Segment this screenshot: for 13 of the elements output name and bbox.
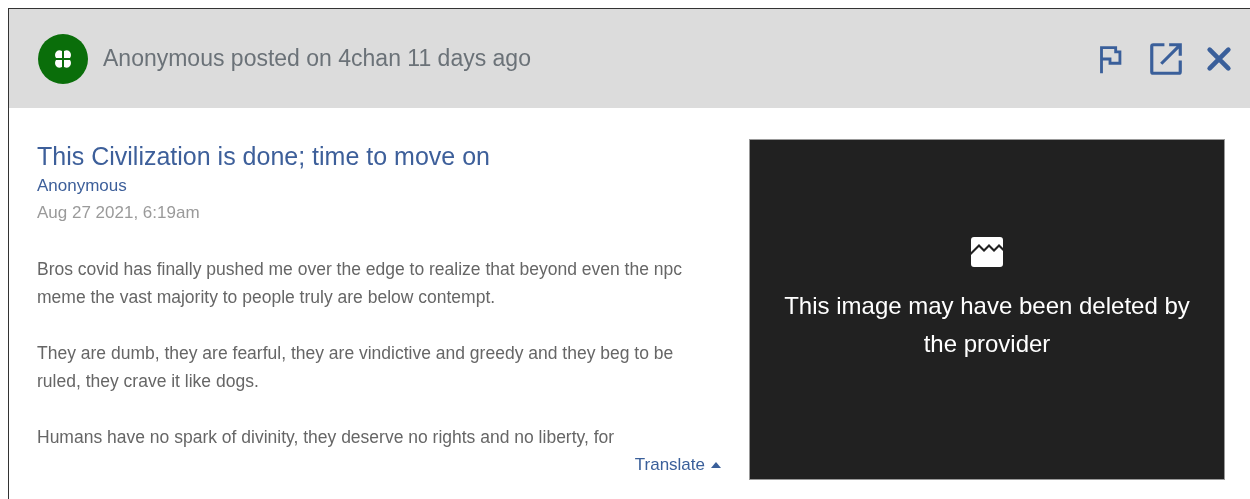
post-paragraph: Bros covid has finally pushed me over the edge to realize that beyond even the npc meme the vast majority to people truly are below contempt. <box>37 258 683 309</box>
close-icon[interactable] <box>1205 44 1233 73</box>
post-title[interactable]: This Civilization is done; time to move on <box>37 139 721 173</box>
image-deleted-message: This image may have been deleted by the provider <box>783 290 1191 359</box>
author-link[interactable]: Anonymous <box>37 176 721 196</box>
clover-avatar-icon <box>38 33 88 84</box>
post-paragraph: They are dumb, they are fearful, they are vindictive and greedy and they beg to be ruled, they crave it like dogs. <box>37 342 675 393</box>
post-paragraph: Humans have no spark of divinity, they deserve no rights and no liberty, for <box>37 426 616 449</box>
broken-image-icon <box>971 236 1003 267</box>
translate-button[interactable]: Translate <box>634 455 721 475</box>
post-byline: Anonymous posted on 4chan 11 days ago <box>103 45 531 72</box>
caret-up-icon <box>711 462 721 468</box>
post-date: Aug 27 2021, 6:19am <box>37 203 201 223</box>
